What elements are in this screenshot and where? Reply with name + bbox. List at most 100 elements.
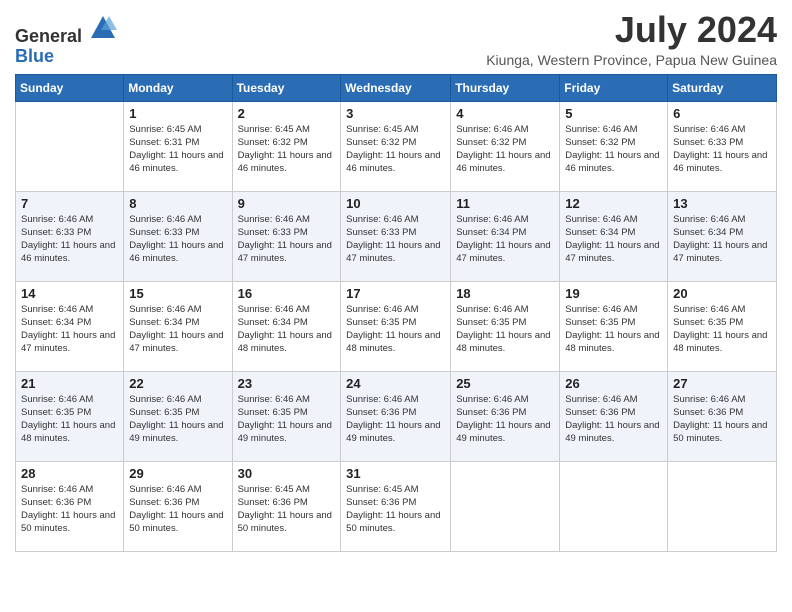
calendar-week-row: 21 Sunrise: 6:46 AMSunset: 6:35 PMDaylig… (16, 371, 777, 461)
day-info: Sunrise: 6:46 AMSunset: 6:35 PMDaylight:… (21, 394, 115, 445)
header: General Blue July 2024 Kiunga, Western P… (15, 10, 777, 68)
day-number: 14 (21, 286, 118, 301)
day-number: 3 (346, 106, 445, 121)
day-info: Sunrise: 6:45 AMSunset: 6:32 PMDaylight:… (346, 124, 440, 175)
day-info: Sunrise: 6:46 AMSunset: 6:33 PMDaylight:… (346, 214, 440, 265)
calendar-cell: 3 Sunrise: 6:45 AMSunset: 6:32 PMDayligh… (341, 101, 451, 191)
day-number: 17 (346, 286, 445, 301)
day-number: 5 (565, 106, 662, 121)
calendar-cell (16, 101, 124, 191)
day-info: Sunrise: 6:46 AMSunset: 6:36 PMDaylight:… (565, 394, 659, 445)
calendar-cell: 20 Sunrise: 6:46 AMSunset: 6:35 PMDaylig… (668, 281, 777, 371)
day-info: Sunrise: 6:46 AMSunset: 6:33 PMDaylight:… (238, 214, 332, 265)
header-tuesday: Tuesday (232, 74, 341, 101)
day-number: 25 (456, 376, 554, 391)
title-block: July 2024 Kiunga, Western Province, Papu… (486, 10, 777, 68)
month-year-title: July 2024 (486, 10, 777, 50)
day-number: 10 (346, 196, 445, 211)
logo: General Blue (15, 14, 117, 67)
calendar-cell: 17 Sunrise: 6:46 AMSunset: 6:35 PMDaylig… (341, 281, 451, 371)
day-number: 28 (21, 466, 118, 481)
calendar-cell (560, 461, 668, 551)
header-thursday: Thursday (451, 74, 560, 101)
day-info: Sunrise: 6:46 AMSunset: 6:34 PMDaylight:… (129, 304, 223, 355)
calendar-cell: 29 Sunrise: 6:46 AMSunset: 6:36 PMDaylig… (124, 461, 232, 551)
calendar-table: SundayMondayTuesdayWednesdayThursdayFrid… (15, 74, 777, 552)
day-info: Sunrise: 6:46 AMSunset: 6:34 PMDaylight:… (21, 304, 115, 355)
calendar-cell: 1 Sunrise: 6:45 AMSunset: 6:31 PMDayligh… (124, 101, 232, 191)
day-number: 19 (565, 286, 662, 301)
calendar-cell (668, 461, 777, 551)
day-info: Sunrise: 6:46 AMSunset: 6:36 PMDaylight:… (673, 394, 767, 445)
day-info: Sunrise: 6:46 AMSunset: 6:33 PMDaylight:… (21, 214, 115, 265)
calendar-week-row: 28 Sunrise: 6:46 AMSunset: 6:36 PMDaylig… (16, 461, 777, 551)
calendar-cell: 7 Sunrise: 6:46 AMSunset: 6:33 PMDayligh… (16, 191, 124, 281)
calendar-cell: 8 Sunrise: 6:46 AMSunset: 6:33 PMDayligh… (124, 191, 232, 281)
day-number: 11 (456, 196, 554, 211)
day-info: Sunrise: 6:46 AMSunset: 6:35 PMDaylight:… (456, 304, 550, 355)
calendar-cell: 23 Sunrise: 6:46 AMSunset: 6:35 PMDaylig… (232, 371, 341, 461)
day-number: 18 (456, 286, 554, 301)
day-number: 27 (673, 376, 771, 391)
header-saturday: Saturday (668, 74, 777, 101)
calendar-cell: 5 Sunrise: 6:46 AMSunset: 6:32 PMDayligh… (560, 101, 668, 191)
day-number: 30 (238, 466, 336, 481)
header-monday: Monday (124, 74, 232, 101)
calendar-cell: 19 Sunrise: 6:46 AMSunset: 6:35 PMDaylig… (560, 281, 668, 371)
calendar-cell: 25 Sunrise: 6:46 AMSunset: 6:36 PMDaylig… (451, 371, 560, 461)
calendar-cell: 6 Sunrise: 6:46 AMSunset: 6:33 PMDayligh… (668, 101, 777, 191)
day-info: Sunrise: 6:46 AMSunset: 6:35 PMDaylight:… (129, 394, 223, 445)
calendar-cell: 24 Sunrise: 6:46 AMSunset: 6:36 PMDaylig… (341, 371, 451, 461)
day-info: Sunrise: 6:46 AMSunset: 6:34 PMDaylight:… (673, 214, 767, 265)
calendar-cell: 12 Sunrise: 6:46 AMSunset: 6:34 PMDaylig… (560, 191, 668, 281)
calendar-cell: 14 Sunrise: 6:46 AMSunset: 6:34 PMDaylig… (16, 281, 124, 371)
calendar-cell: 21 Sunrise: 6:46 AMSunset: 6:35 PMDaylig… (16, 371, 124, 461)
calendar-week-row: 14 Sunrise: 6:46 AMSunset: 6:34 PMDaylig… (16, 281, 777, 371)
calendar-cell: 13 Sunrise: 6:46 AMSunset: 6:34 PMDaylig… (668, 191, 777, 281)
day-number: 21 (21, 376, 118, 391)
day-number: 24 (346, 376, 445, 391)
day-number: 8 (129, 196, 226, 211)
day-number: 23 (238, 376, 336, 391)
day-info: Sunrise: 6:46 AMSunset: 6:35 PMDaylight:… (673, 304, 767, 355)
calendar-cell: 11 Sunrise: 6:46 AMSunset: 6:34 PMDaylig… (451, 191, 560, 281)
day-info: Sunrise: 6:45 AMSunset: 6:31 PMDaylight:… (129, 124, 223, 175)
day-info: Sunrise: 6:46 AMSunset: 6:33 PMDaylight:… (129, 214, 223, 265)
day-number: 13 (673, 196, 771, 211)
day-number: 1 (129, 106, 226, 121)
calendar-cell: 10 Sunrise: 6:46 AMSunset: 6:33 PMDaylig… (341, 191, 451, 281)
day-number: 7 (21, 196, 118, 211)
calendar-cell: 30 Sunrise: 6:45 AMSunset: 6:36 PMDaylig… (232, 461, 341, 551)
calendar-cell: 27 Sunrise: 6:46 AMSunset: 6:36 PMDaylig… (668, 371, 777, 461)
day-number: 12 (565, 196, 662, 211)
day-number: 6 (673, 106, 771, 121)
calendar-header-row: SundayMondayTuesdayWednesdayThursdayFrid… (16, 74, 777, 101)
day-info: Sunrise: 6:46 AMSunset: 6:32 PMDaylight:… (456, 124, 550, 175)
calendar-week-row: 1 Sunrise: 6:45 AMSunset: 6:31 PMDayligh… (16, 101, 777, 191)
calendar-week-row: 7 Sunrise: 6:46 AMSunset: 6:33 PMDayligh… (16, 191, 777, 281)
day-info: Sunrise: 6:46 AMSunset: 6:32 PMDaylight:… (565, 124, 659, 175)
calendar-cell: 2 Sunrise: 6:45 AMSunset: 6:32 PMDayligh… (232, 101, 341, 191)
calendar-cell: 16 Sunrise: 6:46 AMSunset: 6:34 PMDaylig… (232, 281, 341, 371)
calendar-cell: 22 Sunrise: 6:46 AMSunset: 6:35 PMDaylig… (124, 371, 232, 461)
location-subtitle: Kiunga, Western Province, Papua New Guin… (486, 52, 777, 68)
day-number: 2 (238, 106, 336, 121)
header-sunday: Sunday (16, 74, 124, 101)
calendar-cell: 28 Sunrise: 6:46 AMSunset: 6:36 PMDaylig… (16, 461, 124, 551)
logo-blue-text: Blue (15, 46, 54, 66)
calendar-cell: 18 Sunrise: 6:46 AMSunset: 6:35 PMDaylig… (451, 281, 560, 371)
calendar-cell: 9 Sunrise: 6:46 AMSunset: 6:33 PMDayligh… (232, 191, 341, 281)
calendar-cell: 26 Sunrise: 6:46 AMSunset: 6:36 PMDaylig… (560, 371, 668, 461)
calendar-cell: 31 Sunrise: 6:45 AMSunset: 6:36 PMDaylig… (341, 461, 451, 551)
calendar-cell (451, 461, 560, 551)
day-info: Sunrise: 6:46 AMSunset: 6:34 PMDaylight:… (456, 214, 550, 265)
day-info: Sunrise: 6:46 AMSunset: 6:36 PMDaylight:… (346, 394, 440, 445)
header-wednesday: Wednesday (341, 74, 451, 101)
logo-general-text: General (15, 26, 82, 46)
day-info: Sunrise: 6:46 AMSunset: 6:35 PMDaylight:… (346, 304, 440, 355)
day-number: 31 (346, 466, 445, 481)
day-info: Sunrise: 6:46 AMSunset: 6:36 PMDaylight:… (129, 484, 223, 535)
day-info: Sunrise: 6:45 AMSunset: 6:36 PMDaylight:… (238, 484, 332, 535)
day-info: Sunrise: 6:46 AMSunset: 6:36 PMDaylight:… (21, 484, 115, 535)
logo-icon (89, 14, 117, 42)
